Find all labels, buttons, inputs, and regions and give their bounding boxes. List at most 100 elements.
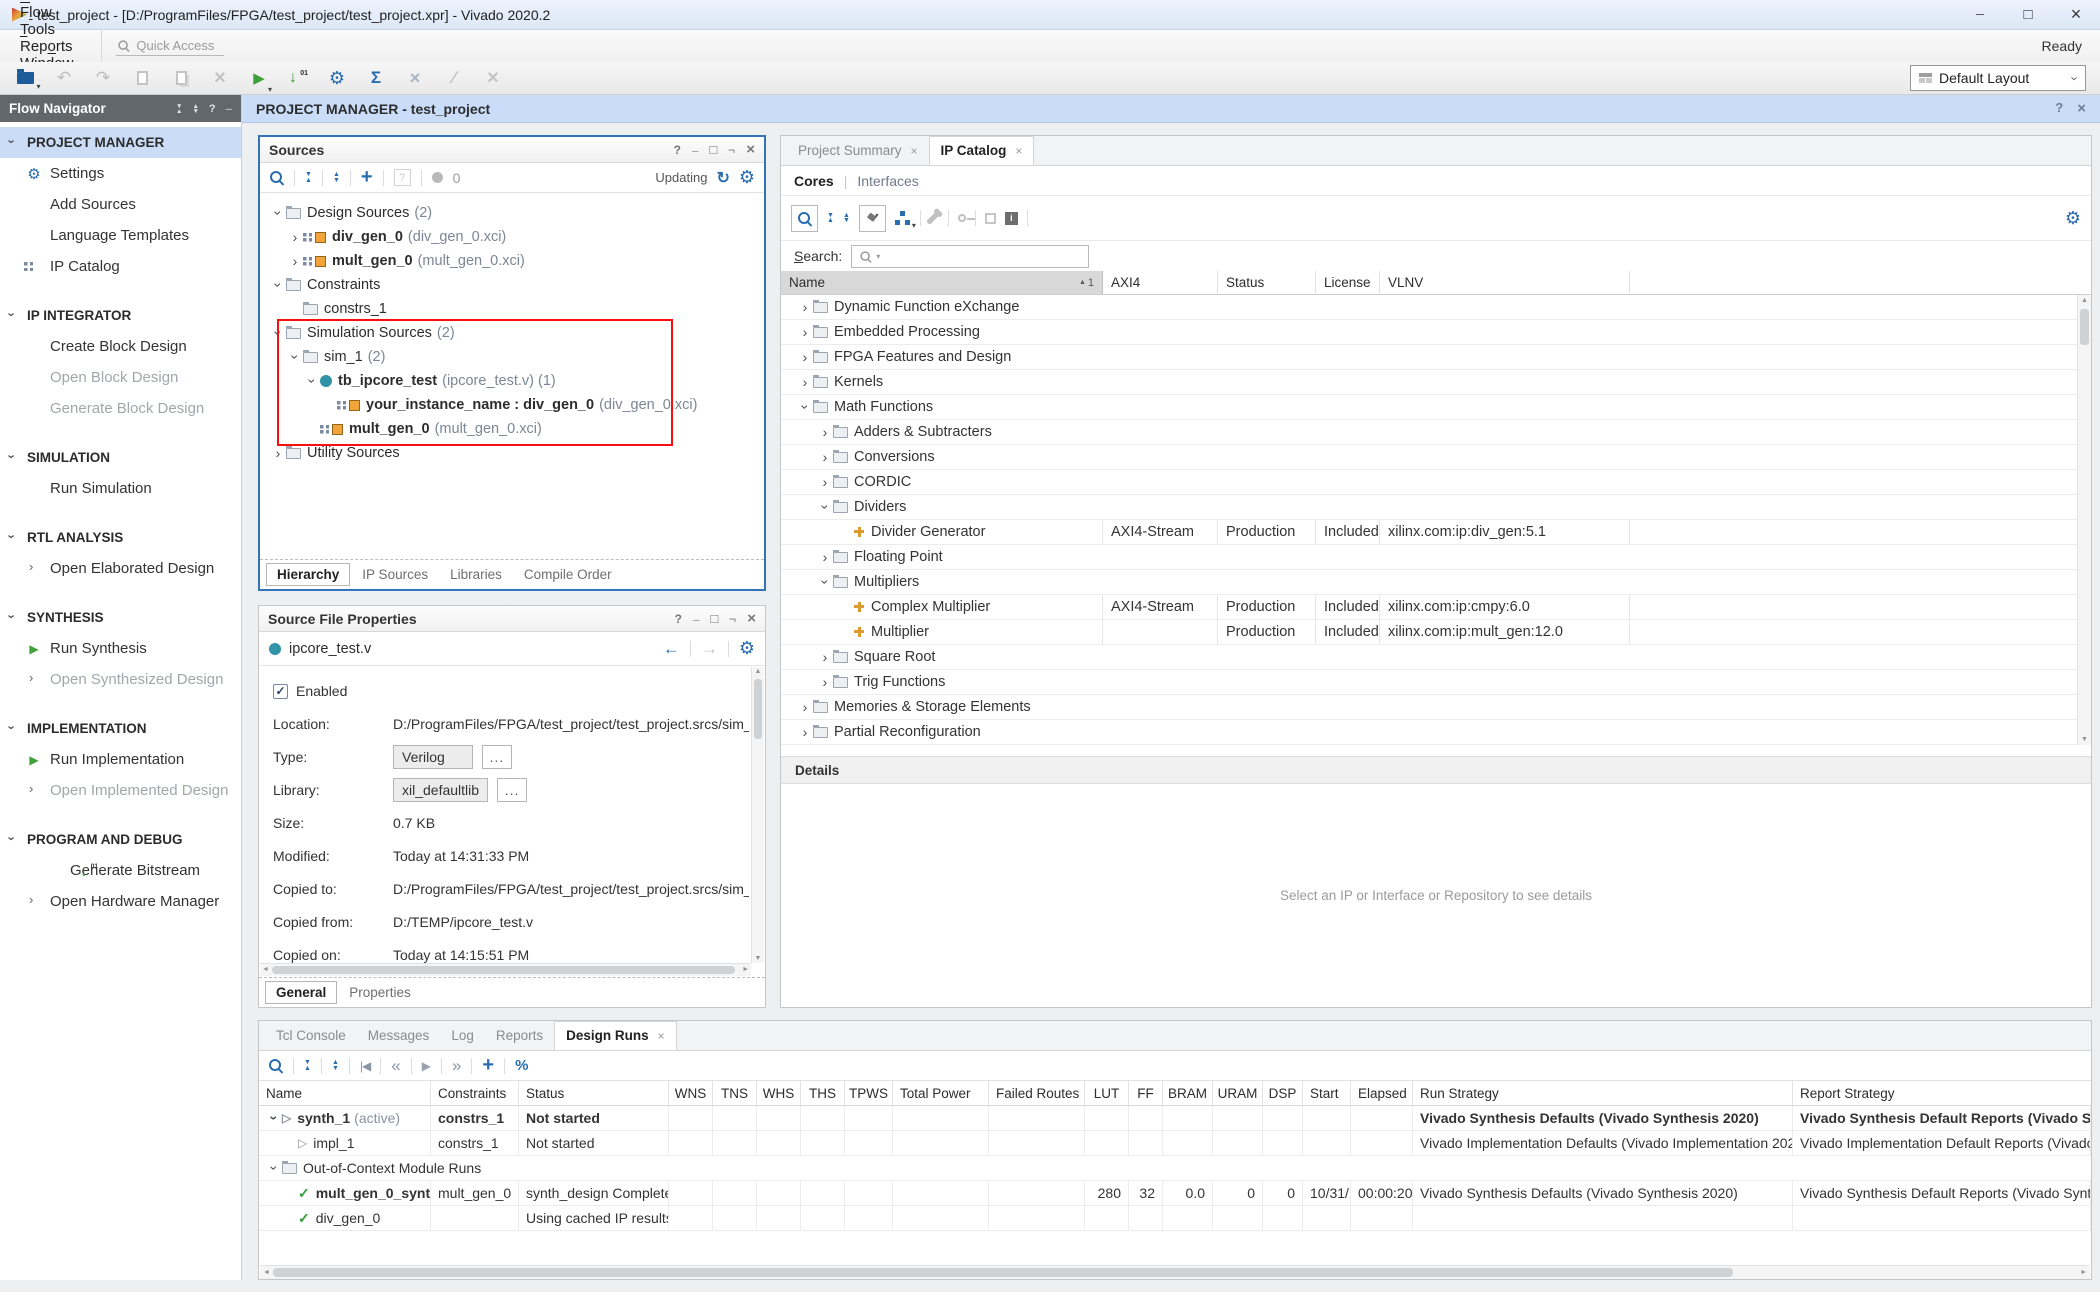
sources-tree-row[interactable]: constrs_1 [260, 297, 764, 321]
flow-nav-item[interactable]: Add Sources [0, 189, 241, 220]
catalog-row[interactable]: Math Functions [781, 395, 2091, 420]
tree-arrow-icon[interactable] [270, 205, 286, 221]
close-icon[interactable] [2077, 100, 2086, 117]
minimize-button[interactable] [1956, 0, 2004, 29]
cancel-button[interactable] [482, 66, 504, 90]
stop-button[interactable] [404, 66, 426, 90]
collapse-all-icon[interactable] [304, 1060, 311, 1071]
expand-all-icon[interactable] [332, 1060, 339, 1071]
delete-button[interactable] [209, 66, 231, 90]
tree-arrow-icon[interactable] [266, 1110, 282, 1126]
edit-button[interactable] [443, 66, 465, 90]
help-icon[interactable] [675, 612, 682, 626]
column-header[interactable]: TPWS [845, 1081, 893, 1105]
column-header-axi4[interactable]: AXI4 [1103, 271, 1218, 294]
sources-tab[interactable]: Hierarchy [266, 563, 350, 586]
undo-button[interactable] [53, 66, 75, 90]
tree-arrow-icon[interactable] [817, 499, 833, 515]
first-run-icon[interactable] [360, 1059, 370, 1073]
sources-tree-row[interactable]: tb_ipcore_test (ipcore_test.v) (1) [260, 369, 764, 393]
minimize-icon[interactable] [693, 612, 699, 626]
copy-button[interactable] [131, 66, 153, 90]
tab-close-icon[interactable] [658, 1029, 665, 1043]
catalog-row[interactable]: FPGA Features and Design [781, 345, 2091, 370]
tree-arrow-icon[interactable] [817, 474, 833, 490]
browse-button[interactable] [482, 745, 512, 769]
property-input[interactable]: xil_defaultlib [393, 778, 488, 802]
float-icon[interactable] [728, 143, 735, 157]
property-input[interactable]: Verilog [393, 745, 473, 769]
catalog-row[interactable]: Adders & Subtracters [781, 420, 2091, 445]
sources-tree-row[interactable]: mult_gen_0 (mult_gen_0.xci) [260, 249, 764, 273]
redo-button[interactable] [92, 66, 114, 90]
column-header[interactable]: Run Strategy [1413, 1081, 1793, 1105]
column-header-status[interactable]: Status [1218, 271, 1316, 294]
tree-arrow-icon[interactable] [817, 674, 833, 690]
catalog-row[interactable]: Partial Reconfiguration [781, 720, 2091, 745]
tree-arrow-icon[interactable] [287, 229, 303, 245]
help-icon[interactable] [674, 143, 681, 157]
tree-arrow-icon[interactable] [797, 299, 813, 315]
design-run-row[interactable]: impl_1 constrs_1 Not started V [259, 1131, 2091, 1156]
sources-tree-row[interactable]: Constraints [260, 273, 764, 297]
sources-tree-row[interactable]: mult_gen_0 (mult_gen_0.xci) [260, 417, 764, 441]
paste-button[interactable] [170, 66, 192, 90]
interfaces-link[interactable]: Interfaces [857, 173, 918, 189]
tree-arrow-icon[interactable] [304, 373, 320, 389]
sfp-tab[interactable]: Properties [339, 982, 421, 1003]
sources-tree-row[interactable]: Utility Sources [260, 441, 764, 465]
flow-nav-item[interactable]: Open Synthesized Design [0, 664, 241, 695]
column-header[interactable]: FF [1129, 1081, 1163, 1105]
gear-icon[interactable] [739, 167, 755, 188]
forward-icon[interactable] [701, 639, 718, 659]
tree-arrow-icon[interactable] [287, 253, 303, 269]
catalog-row[interactable]: Embedded Processing [781, 320, 2091, 345]
tree-arrow-icon[interactable] [797, 724, 813, 740]
search-icon[interactable] [269, 170, 284, 185]
column-header[interactable]: Failed Routes [989, 1081, 1085, 1105]
design-run-row[interactable]: div_gen_0 Using cached IP results [259, 1206, 2091, 1231]
close-icon[interactable] [747, 610, 756, 627]
flow-nav-item[interactable]: Run Simulation [0, 473, 241, 504]
workspace-tab[interactable]: Project Summary [787, 136, 929, 165]
flow-nav-item[interactable]: Open Elaborated Design [0, 553, 241, 584]
flow-nav-item[interactable]: SYNTHESIS [0, 602, 241, 633]
collapse-all-icon[interactable] [305, 172, 312, 183]
next-run-icon[interactable] [452, 1056, 461, 1076]
close-button[interactable] [2052, 0, 2100, 29]
tree-arrow-icon[interactable] [270, 277, 286, 293]
sources-tree-row[interactable]: Simulation Sources (2) [260, 321, 764, 345]
resource-percent-icon[interactable] [515, 1057, 528, 1074]
expand-all-icon[interactable]: ▲▼ [192, 104, 198, 114]
cores-link[interactable]: Cores [794, 173, 834, 189]
column-header[interactable]: Name [259, 1081, 431, 1105]
tree-arrow-icon[interactable] [797, 399, 813, 415]
tree-arrow-icon[interactable] [287, 349, 303, 365]
quick-access-input[interactable]: Quick Access [116, 36, 224, 56]
sources-tree-row[interactable]: your_instance_name : div_gen_0 (div_gen_… [260, 393, 764, 417]
horizontal-scrollbar[interactable]: ◄► [260, 963, 751, 976]
gear-icon[interactable] [739, 638, 755, 659]
group-by-icon[interactable] [895, 210, 911, 226]
tree-arrow-icon[interactable] [797, 349, 813, 365]
catalog-row[interactable]: Multiplier Production Included xilinx.co… [781, 620, 2091, 645]
tab-close-icon[interactable] [1015, 144, 1022, 158]
sources-tab[interactable]: Compile Order [514, 564, 622, 585]
create-run-icon[interactable] [482, 1054, 494, 1077]
catalog-row[interactable]: Dynamic Function eXchange [781, 295, 2091, 320]
flow-nav-item[interactable]: Create Block Design [0, 331, 241, 362]
workspace-tab[interactable]: IP Catalog [929, 136, 1035, 165]
menu-item[interactable]: Reports [8, 38, 85, 55]
sources-tab[interactable]: IP Sources [352, 564, 438, 585]
run-icon[interactable] [422, 1059, 431, 1073]
column-header[interactable]: Elapsed [1351, 1081, 1413, 1105]
tree-arrow-icon[interactable] [797, 374, 813, 390]
column-header-name[interactable]: Name 1 [781, 271, 1103, 294]
catalog-row[interactable]: Trig Functions [781, 670, 2091, 695]
menu-item[interactable]: Tools [8, 21, 85, 38]
sfp-tab[interactable]: General [265, 981, 337, 1004]
bottom-tab[interactable]: Design Runs [554, 1021, 677, 1050]
maximize-icon[interactable] [710, 611, 718, 626]
sources-tree-row[interactable]: div_gen_0 (div_gen_0.xci) [260, 225, 764, 249]
layout-selector[interactable]: Default Layout [1910, 65, 2086, 91]
